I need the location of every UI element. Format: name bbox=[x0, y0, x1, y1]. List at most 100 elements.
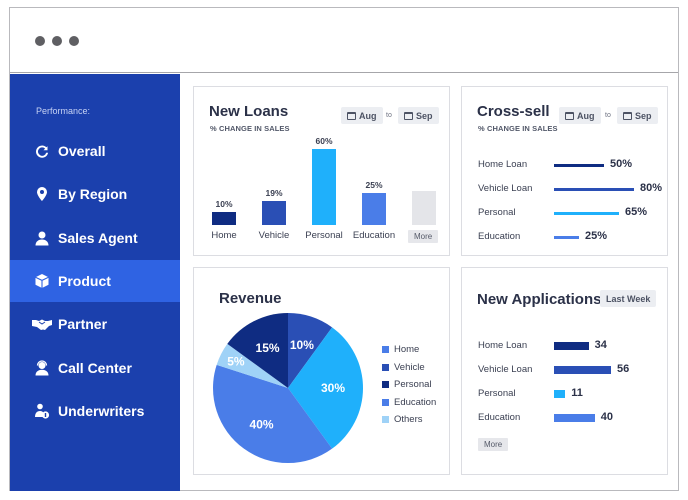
hbar-home-loan bbox=[554, 342, 589, 350]
sidebar-item-label: By Region bbox=[58, 186, 128, 202]
user-icon bbox=[34, 230, 50, 246]
row-label: Personal bbox=[478, 388, 516, 399]
sidebar-item-label: Partner bbox=[58, 316, 108, 332]
bar-personal bbox=[312, 149, 336, 225]
row-value: 56 bbox=[617, 363, 630, 375]
headset-agent-icon bbox=[34, 360, 50, 376]
date-from-label: Aug bbox=[577, 110, 595, 121]
window-dot-icon[interactable] bbox=[52, 36, 62, 46]
bar-value-label: 25% bbox=[365, 180, 383, 191]
date-from-button[interactable]: Aug bbox=[341, 107, 383, 124]
legend-label: Home bbox=[394, 344, 420, 355]
row-value: 65% bbox=[625, 206, 648, 218]
sidebar-item-label: Product bbox=[58, 273, 111, 289]
sidebar: Performance: Overall By Region Sales Age… bbox=[10, 74, 180, 491]
hbar-vehicle-loan bbox=[554, 366, 611, 374]
sidebar-heading: Performance: bbox=[36, 106, 91, 116]
card-title: Cross-sell bbox=[477, 103, 550, 120]
date-to-label: Sep bbox=[635, 110, 652, 121]
legend-label: Education bbox=[394, 396, 437, 408]
bar-category-label: Education bbox=[352, 230, 396, 241]
more-button[interactable]: More bbox=[408, 230, 439, 243]
pie-slice-label: 10% bbox=[290, 338, 314, 352]
sidebar-item-by-region[interactable]: By Region bbox=[10, 173, 180, 215]
bar-education bbox=[362, 193, 386, 225]
date-from-button[interactable]: Aug bbox=[559, 107, 601, 124]
row-value: 50% bbox=[610, 158, 633, 170]
hbar-education bbox=[554, 414, 595, 422]
revenue-pie-chart: 10% 30% 40% 5% 15% bbox=[213, 313, 363, 463]
date-range-separator: to bbox=[386, 112, 392, 119]
pie-slice-label: 15% bbox=[256, 341, 280, 355]
card-title: Revenue bbox=[219, 290, 282, 307]
bar-vehicle bbox=[262, 200, 286, 225]
legend-swatch bbox=[382, 346, 389, 353]
card-title: New Applications bbox=[477, 291, 602, 308]
new-applications-card: New Applications Last Week Home Loan 34 Ve… bbox=[461, 267, 668, 475]
row-label: Vehicle Loan bbox=[478, 183, 533, 194]
period-label: Last Week bbox=[606, 293, 651, 304]
hbar-vehicle-loan bbox=[554, 187, 634, 191]
box-icon bbox=[34, 273, 50, 289]
sidebar-item-partner[interactable]: Partner bbox=[10, 303, 180, 345]
row-value: 40 bbox=[600, 411, 613, 423]
date-to-button[interactable]: Sep bbox=[617, 107, 658, 124]
calendar-icon bbox=[404, 111, 413, 120]
legend-swatch bbox=[382, 363, 389, 371]
calendar-icon bbox=[565, 111, 574, 120]
row-label: Home Loan bbox=[478, 340, 528, 351]
legend-swatch bbox=[382, 398, 389, 406]
calendar-icon bbox=[347, 111, 356, 120]
row-value: 80% bbox=[640, 182, 663, 194]
window-dot-icon[interactable] bbox=[35, 36, 45, 46]
sidebar-item-sales-agent[interactable]: Sales Agent bbox=[10, 217, 180, 259]
refresh-icon bbox=[34, 143, 50, 159]
user-shield-icon bbox=[34, 403, 50, 419]
legend-item: Education bbox=[382, 397, 436, 408]
pie-slice-label: 30% bbox=[321, 381, 345, 395]
sidebar-item-product[interactable]: Product bbox=[10, 260, 180, 302]
hbar-personal bbox=[554, 211, 619, 215]
sidebar-item-call-center[interactable]: Call Center bbox=[10, 347, 180, 389]
bar-value-label: 19% bbox=[265, 187, 283, 198]
map-pin-icon bbox=[34, 186, 50, 202]
cross-sell-card: Cross-sell % CHANGE IN SALES Aug to Sep … bbox=[461, 86, 668, 256]
pie-slice-label: 5% bbox=[227, 354, 245, 368]
sidebar-item-underwriters[interactable]: Underwriters bbox=[10, 390, 180, 432]
revenue-card: Revenue 10% 30% 40% 5% 15% Home Vehicle Person… bbox=[193, 267, 450, 475]
bar-more-placeholder bbox=[412, 191, 436, 225]
row-value: 11 bbox=[571, 387, 583, 399]
card-title: New Loans bbox=[209, 103, 289, 120]
sidebar-item-overall[interactable]: Overall bbox=[10, 130, 180, 172]
more-button[interactable]: More bbox=[478, 438, 509, 451]
sidebar-item-label: Call Center bbox=[58, 360, 132, 376]
legend-item: Vehicle bbox=[382, 362, 425, 373]
legend-label: Others bbox=[394, 414, 423, 425]
card-subtitle: % CHANGE IN SALES bbox=[210, 124, 290, 133]
row-label: Education bbox=[478, 412, 521, 423]
card-subtitle: % CHANGE IN SALES bbox=[478, 124, 558, 133]
row-value: 34 bbox=[594, 339, 607, 351]
legend-item: Home bbox=[382, 344, 419, 355]
sidebar-item-label: Overall bbox=[58, 143, 106, 159]
bar-value-label: 60% bbox=[315, 136, 333, 146]
legend-item: Personal bbox=[382, 379, 432, 390]
window-controls bbox=[35, 36, 79, 46]
new-loans-card: New Loans % CHANGE IN SALES Aug to Sep 1… bbox=[193, 86, 450, 256]
date-to-button[interactable]: Sep bbox=[398, 107, 439, 124]
app-window: Performance: Overall By Region Sales Age… bbox=[9, 7, 679, 491]
row-label: Personal bbox=[478, 207, 516, 218]
window-dot-icon[interactable] bbox=[69, 36, 79, 46]
row-label: Education bbox=[478, 231, 521, 242]
legend-label: Vehicle bbox=[394, 361, 425, 373]
hbar-personal bbox=[554, 390, 566, 398]
bar-value-label: 10% bbox=[215, 199, 233, 210]
date-range-separator: to bbox=[605, 112, 611, 119]
period-button[interactable]: Last Week bbox=[600, 290, 657, 307]
handshake-icon bbox=[32, 316, 52, 332]
row-label: Home Loan bbox=[478, 159, 528, 170]
date-from-label: Aug bbox=[359, 110, 377, 121]
hbar-home-loan bbox=[554, 163, 604, 167]
legend-swatch bbox=[382, 381, 389, 388]
sidebar-item-label: Underwriters bbox=[58, 403, 145, 419]
